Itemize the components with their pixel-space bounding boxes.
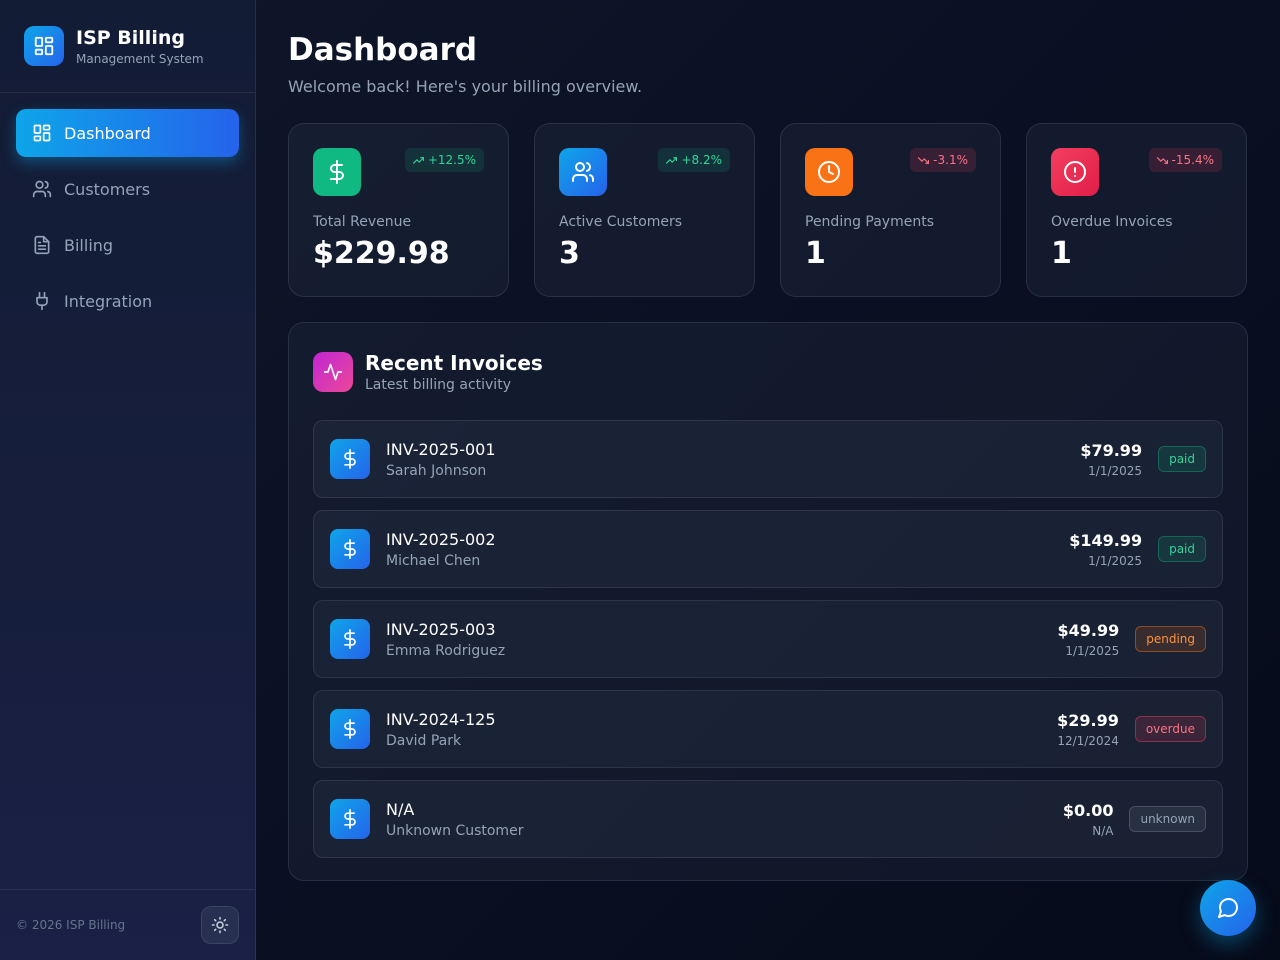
alert-circle-icon: [1051, 148, 1099, 196]
trending-down-icon: [1156, 156, 1168, 164]
invoice-number: INV-2024-125: [386, 709, 496, 729]
copyright: © 2026 ISP Billing: [16, 918, 126, 932]
invoice-date: N/A: [1092, 823, 1114, 838]
invoice-customer: Unknown Customer: [386, 822, 524, 839]
stat-card-pending-payments: -3.1% Pending Payments 1: [780, 123, 1001, 297]
layout-grid-icon: [24, 26, 64, 66]
sidebar-nav: Dashboard Customers Billing Integration: [0, 93, 255, 325]
stat-change-badge: -3.1%: [910, 148, 976, 172]
invoice-amount: $0.00: [1062, 800, 1114, 820]
invoice-customer: Emma Rodriguez: [386, 642, 506, 659]
clock-icon: [805, 148, 853, 196]
message-circle-icon: [1218, 897, 1239, 918]
trending-down-icon: [918, 156, 930, 164]
sidebar-item-dashboard[interactable]: Dashboard: [16, 109, 239, 157]
file-text-icon: [34, 235, 50, 255]
activity-icon: [313, 352, 353, 392]
invoice-number: INV-2025-003: [386, 619, 496, 639]
sidebar-item-label: Billing: [64, 235, 114, 255]
stat-change-text: -3.1%: [933, 153, 968, 167]
stat-change-text: +8.2%: [681, 153, 722, 167]
layout-grid-icon: [33, 124, 51, 142]
brand-title: ISP Billing: [76, 27, 185, 49]
sun-icon: [211, 916, 229, 934]
dollar-icon: [330, 709, 370, 749]
stat-card-overdue-invoices: -15.4% Overdue Invoices 1: [1026, 123, 1247, 297]
stat-change-text: -15.4%: [1171, 153, 1214, 167]
invoice-list: INV-2025-001 Sarah Johnson $79.99 1/1/20…: [313, 420, 1223, 858]
invoice-amount: $29.99: [1057, 710, 1119, 730]
invoice-date: 12/1/2024: [1057, 733, 1119, 748]
page-title: Dashboard: [288, 32, 478, 68]
invoice-row[interactable]: INV-2024-125 David Park $29.99 12/1/2024…: [313, 690, 1223, 768]
sidebar-item-customers[interactable]: Customers: [16, 165, 239, 213]
stat-label: Total Revenue: [313, 214, 412, 230]
dollar-icon: [330, 529, 370, 569]
invoice-row[interactable]: N/A Unknown Customer $0.00 N/A unknown: [313, 780, 1223, 858]
sidebar-item-integration[interactable]: Integration: [16, 277, 239, 325]
invoice-number: N/A: [386, 799, 415, 819]
dollar-icon: [313, 148, 361, 196]
recent-invoices-panel: Recent Invoices Latest billing activity …: [288, 322, 1248, 881]
users-icon: [559, 148, 607, 196]
invoice-amount: $149.99: [1069, 530, 1143, 550]
invoice-date: 1/1/2025: [1065, 643, 1120, 658]
invoice-customer: David Park: [386, 732, 462, 749]
sidebar-item-label: Integration: [64, 291, 153, 311]
status-badge: overdue: [1134, 716, 1206, 742]
stat-value: 1: [805, 236, 826, 271]
stat-card-active-customers: +8.2% Active Customers 3: [534, 123, 755, 297]
stat-change-badge: +8.2%: [658, 148, 730, 172]
invoice-number: INV-2025-002: [386, 529, 496, 549]
brand-subtitle: Management System: [76, 52, 204, 66]
invoice-amount: $79.99: [1080, 440, 1143, 460]
dollar-icon: [330, 799, 370, 839]
stat-value: 3: [559, 236, 580, 271]
stat-change-badge: -15.4%: [1148, 148, 1222, 172]
dollar-icon: [330, 619, 370, 659]
invoice-row[interactable]: INV-2025-001 Sarah Johnson $79.99 1/1/20…: [313, 420, 1223, 498]
sidebar-footer: © 2026 ISP Billing: [0, 889, 255, 960]
trending-up-icon: [666, 156, 678, 164]
recent-invoices-header: Recent Invoices Latest billing activity: [313, 351, 1223, 393]
page-subtitle: Welcome back! Here's your billing overvi…: [288, 77, 643, 96]
sidebar-item-label: Customers: [64, 179, 151, 199]
invoice-row[interactable]: INV-2025-002 Michael Chen $149.99 1/1/20…: [313, 510, 1223, 588]
stat-card-total-revenue: +12.5% Total Revenue $229.98: [288, 123, 509, 297]
theme-toggle-button[interactable]: [201, 906, 239, 944]
sidebar: ISP Billing Management System Dashboard …: [0, 0, 256, 960]
main-content: Dashboard Welcome back! Here's your bill…: [288, 0, 1248, 881]
invoice-row[interactable]: INV-2025-003 Emma Rodriguez $49.99 1/1/2…: [313, 600, 1223, 678]
stat-label: Overdue Invoices: [1051, 214, 1173, 230]
status-badge: paid: [1158, 446, 1206, 472]
invoice-customer: Sarah Johnson: [386, 462, 487, 479]
users-icon: [32, 180, 52, 198]
invoice-date: 1/1/2025: [1088, 553, 1143, 568]
stats-row: +12.5% Total Revenue $229.98 +8.2% Activ…: [288, 123, 1248, 297]
status-badge: paid: [1158, 536, 1206, 562]
stat-label: Active Customers: [559, 214, 683, 230]
stat-label: Pending Payments: [805, 214, 935, 230]
stat-value: $229.98: [313, 236, 450, 271]
invoice-amount: $49.99: [1057, 620, 1120, 640]
brand: ISP Billing Management System: [0, 0, 255, 93]
recent-invoices-title: Recent Invoices: [365, 351, 543, 375]
sidebar-item-label: Dashboard: [64, 123, 151, 143]
dollar-icon: [330, 439, 370, 479]
sidebar-item-billing[interactable]: Billing: [16, 221, 239, 269]
stat-value: 1: [1051, 236, 1072, 271]
stat-change-text: +12.5%: [427, 153, 476, 167]
invoice-date: 1/1/2025: [1088, 463, 1143, 478]
invoice-number: INV-2025-001: [386, 439, 496, 459]
chat-button[interactable]: [1200, 880, 1256, 936]
plug-icon: [36, 291, 48, 311]
recent-invoices-subtitle: Latest billing activity: [365, 377, 511, 393]
status-badge: pending: [1135, 626, 1206, 652]
invoice-customer: Michael Chen: [386, 552, 481, 569]
stat-change-badge: +12.5%: [404, 148, 484, 172]
status-badge: unknown: [1129, 806, 1206, 832]
trending-up-icon: [412, 156, 424, 164]
